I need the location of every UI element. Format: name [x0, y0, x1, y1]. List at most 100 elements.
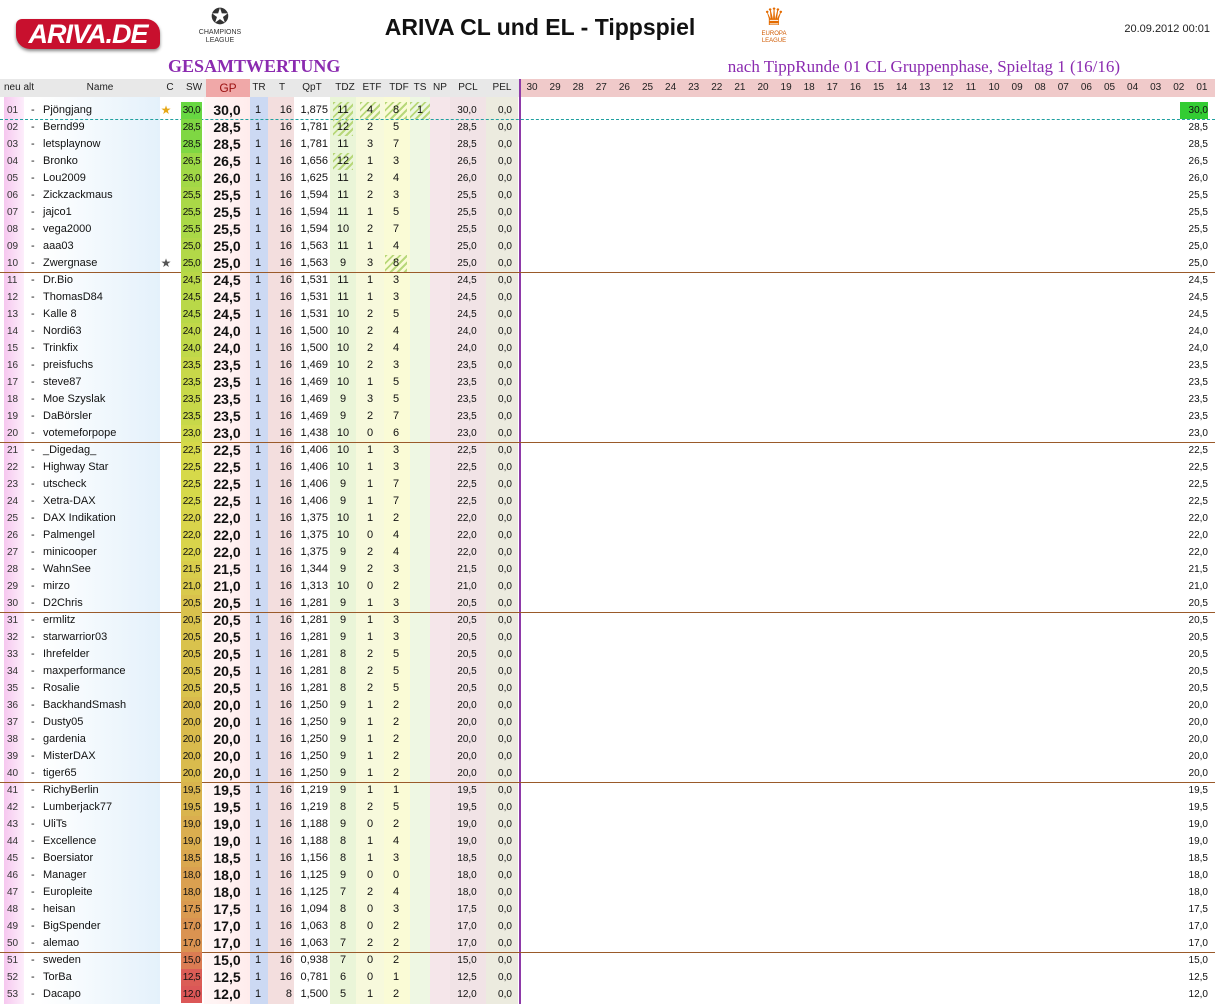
player-name[interactable]: letsplaynow: [43, 136, 163, 153]
player-name[interactable]: BackhandSmash: [43, 697, 163, 714]
previous-rank-cell: -: [31, 631, 35, 643]
player-name[interactable]: ThomasD84: [43, 289, 163, 306]
round-01-cell: 18,5: [1188, 853, 1208, 864]
player-name[interactable]: D2Chris: [43, 595, 163, 612]
pcl-cell: 22,5: [457, 496, 477, 507]
t-cell: 16: [279, 206, 292, 218]
player-name[interactable]: _Digedag_: [43, 442, 163, 459]
t-cell: 16: [279, 342, 292, 354]
player-name[interactable]: Lou2009: [43, 170, 163, 187]
player-name[interactable]: Excellence: [43, 833, 163, 850]
t-cell: 8: [285, 988, 292, 1000]
player-name[interactable]: DaBörsler: [43, 408, 163, 425]
player-name[interactable]: tiger65: [43, 765, 163, 782]
pcl-cell: 23,0: [457, 428, 477, 439]
player-name[interactable]: gardenia: [43, 731, 163, 748]
player-name[interactable]: jajco1: [43, 204, 163, 221]
table-row: 25 - DAX Indikation 22,0 22,0 1 16 1,375 10 1 2 22,…: [0, 510, 1215, 527]
pel-cell: 0,0: [498, 139, 512, 150]
player-name[interactable]: Xetra-DAX: [43, 493, 163, 510]
sw-cell: 19,0: [181, 833, 202, 850]
tdf-cell: 3: [392, 359, 400, 371]
t-cell: 16: [279, 869, 292, 881]
player-name[interactable]: Boersiator: [43, 850, 163, 867]
player-name[interactable]: RichyBerlin: [43, 782, 163, 799]
round-01-cell: 22,5: [1188, 462, 1208, 473]
player-name[interactable]: TorBa: [43, 969, 163, 986]
table-row: 06 - Zickzackmaus 25,5 25,5 1 16 1,594 11 2 3 25,5 0…: [0, 187, 1215, 204]
tdf-cell: 3: [392, 903, 400, 915]
player-name[interactable]: Nordi63: [43, 323, 163, 340]
table-row: 48 - heisan 17,5 17,5 1 16 1,094 8 0 3 17,5 0,0 17,5: [0, 901, 1215, 918]
player-name[interactable]: minicooper: [43, 544, 163, 561]
player-name[interactable]: Palmengel: [43, 527, 163, 544]
player-name[interactable]: heisan: [43, 901, 163, 918]
t-cell: 16: [279, 257, 292, 269]
rank-cell: 41: [7, 785, 19, 796]
sw-cell: 22,0: [181, 510, 202, 527]
player-name[interactable]: Highway Star: [43, 459, 163, 476]
tdz-cell: 8: [339, 682, 347, 694]
qpt-cell: 1,188: [300, 835, 328, 847]
player-name[interactable]: Zwergnase: [43, 255, 163, 272]
player-name[interactable]: steve87: [43, 374, 163, 391]
player-name[interactable]: Kalle 8: [43, 306, 163, 323]
player-name[interactable]: Manager: [43, 867, 163, 884]
player-name[interactable]: mirzo: [43, 578, 163, 595]
player-name[interactable]: Lumberjack77: [43, 799, 163, 816]
player-name[interactable]: Dacapo: [43, 986, 163, 1003]
gp-cell: 20,0: [213, 765, 241, 781]
player-name[interactable]: DAX Indikation: [43, 510, 163, 527]
player-name[interactable]: Trinkfix: [43, 340, 163, 357]
player-name[interactable]: Moe Szyslak: [43, 391, 163, 408]
player-name[interactable]: UliTs: [43, 816, 163, 833]
etf-cell: 1: [366, 155, 374, 167]
player-name[interactable]: Bronko: [43, 153, 163, 170]
player-name[interactable]: Dr.Bio: [43, 272, 163, 289]
round-01-cell: 28,5: [1188, 122, 1208, 133]
player-name[interactable]: starwarrior03: [43, 629, 163, 646]
pel-cell: 0,0: [498, 394, 512, 405]
player-name[interactable]: MisterDAX: [43, 748, 163, 765]
player-name[interactable]: utscheck: [43, 476, 163, 493]
player-name[interactable]: Dusty05: [43, 714, 163, 731]
round-01-cell: 24,5: [1188, 275, 1208, 286]
rank-cell: 09: [7, 241, 19, 252]
table-row: 02 - Bernd99 28,5 28,5 1 16 1,781 12 2 5 28,5 0,0 28,…: [0, 119, 1215, 136]
round-01-cell: 19,0: [1188, 819, 1208, 830]
player-name[interactable]: votemeforpope: [43, 425, 163, 442]
player-name[interactable]: aaa03: [43, 238, 163, 255]
sw-cell: 17,0: [181, 918, 202, 935]
tr-cell: 1: [254, 614, 262, 626]
player-name[interactable]: WahnSee: [43, 561, 163, 578]
player-name[interactable]: Pjöngjang: [43, 102, 163, 119]
player-name[interactable]: Rosalie: [43, 680, 163, 697]
tr-cell: 1: [254, 597, 262, 609]
t-cell: 16: [279, 699, 292, 711]
t-cell: 16: [279, 495, 292, 507]
tdz-cell: 8: [339, 920, 347, 932]
ariva-logo[interactable]: ARIVA.DE: [16, 19, 160, 49]
player-name[interactable]: preisfuchs: [43, 357, 163, 374]
pel-cell: 0,0: [498, 428, 512, 439]
player-name[interactable]: Bernd99: [43, 119, 163, 136]
player-name[interactable]: Europleite: [43, 884, 163, 901]
etf-cell: 2: [366, 648, 374, 660]
player-name[interactable]: maxperformance: [43, 663, 163, 680]
player-name[interactable]: alemao: [43, 935, 163, 952]
player-name[interactable]: vega2000: [43, 221, 163, 238]
gp-cell: 24,0: [213, 340, 241, 356]
table-row: 08 - vega2000 25,5 25,5 1 16 1,594 10 2 7 25,5 0,0 25…: [0, 221, 1215, 238]
etf-cell: 2: [366, 665, 374, 677]
etf-cell: 1: [366, 240, 374, 252]
round-01-cell: 12,5: [1188, 972, 1208, 983]
rank-cell: 01: [7, 105, 19, 116]
player-name[interactable]: ermlitz: [43, 612, 163, 629]
player-name[interactable]: Ihrefelder: [43, 646, 163, 663]
player-name[interactable]: BigSpender: [43, 918, 163, 935]
player-name[interactable]: Zickzackmaus: [43, 187, 163, 204]
player-name[interactable]: sweden: [43, 952, 163, 969]
pcl-cell: 22,5: [457, 445, 477, 456]
t-cell: 16: [279, 223, 292, 235]
etf-cell: 2: [366, 359, 374, 371]
